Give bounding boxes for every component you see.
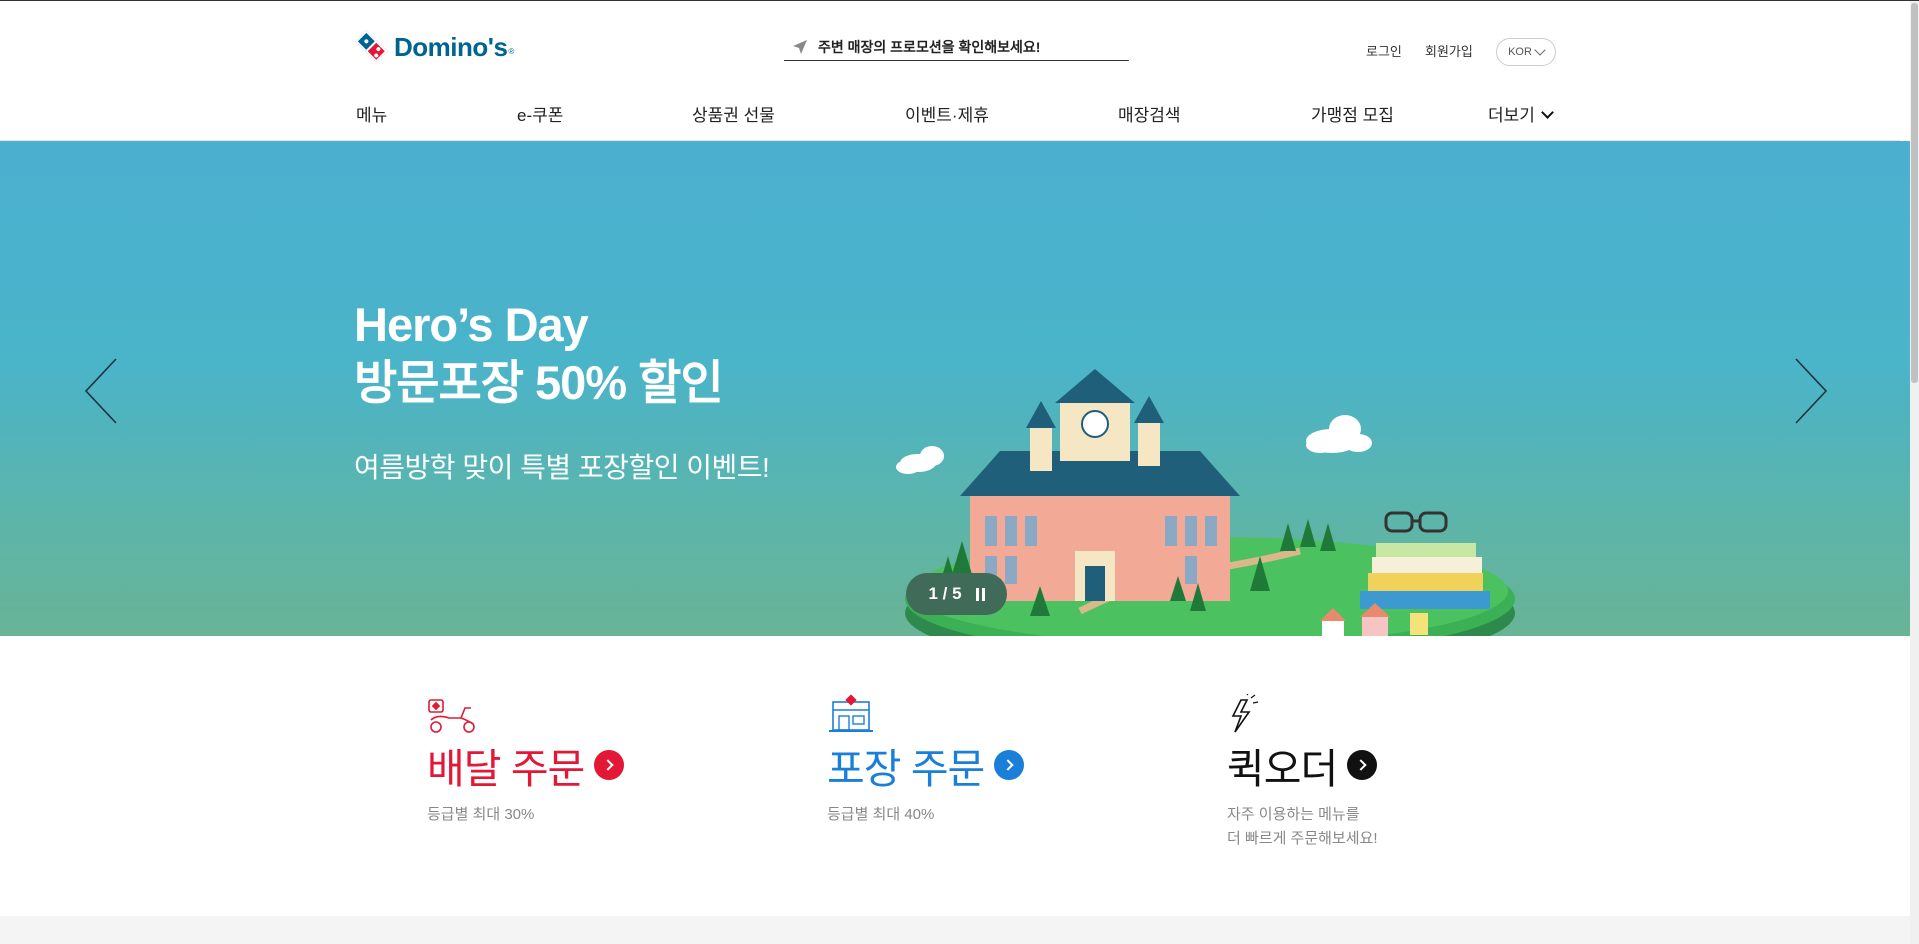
language-value: KOR [1508, 46, 1532, 58]
pause-icon[interactable] [975, 587, 985, 601]
quick-order-desc: 자주 이용하는 메뉴를 더 빠르게 주문해보세요! [1227, 803, 1378, 851]
login-link[interactable]: 로그인 [1366, 41, 1402, 60]
delivery-order-card[interactable]: 배달 주문 등급별 최대 30% [427, 694, 625, 827]
hero-title: Hero’s Day 방문포장 50% 할인 [354, 296, 724, 412]
delivery-order-button[interactable]: 배달 주문 [427, 739, 625, 792]
language-select[interactable]: KOR [1496, 38, 1556, 66]
takeout-order-button[interactable]: 포장 주문 [827, 739, 1025, 792]
hero-title-line1: Hero’s Day [354, 298, 589, 351]
domino-tile-icon [349, 24, 394, 69]
hero-subtitle: 여름방학 맞이 특별 포장할인 이벤트! [354, 452, 770, 483]
nav-more-label: 더보기 [1488, 106, 1535, 125]
takeout-order-desc: 등급별 최대 40% [827, 806, 935, 823]
cloud-icon [1306, 415, 1372, 453]
previous-slide-icon[interactable] [82, 356, 122, 426]
scooter-icon [428, 699, 475, 733]
slide-counter: 1 / 5 [928, 584, 962, 603]
page-scrollbar[interactable] [1910, 1, 1919, 944]
delivery-order-desc: 등급별 최대 30% [427, 806, 535, 823]
next-section-band [0, 916, 1910, 944]
nav-item-ecoupon[interactable]: e-쿠폰 [517, 101, 563, 126]
nav-item-events[interactable]: 이벤트·제휴 [905, 101, 989, 126]
chevron-right-icon [594, 750, 625, 780]
next-slide-icon[interactable] [1790, 356, 1830, 426]
chevron-down-icon [1534, 44, 1546, 56]
scrollbar-thumb[interactable] [1911, 3, 1918, 383]
site-header: Domino's ® 주변 매장의 프로모션을 확인해보세요! 로그인 회원가입… [0, 1, 1900, 141]
quick-order-title: 퀵오더 [1227, 746, 1338, 792]
cloud-icon [896, 446, 944, 474]
main-navigation: 메뉴 e-쿠폰 상품권 선물 이벤트·제휴 매장검색 가맹점 모집 더보기 [0, 101, 1900, 125]
nearby-promo-search[interactable]: 주변 매장의 프로모션을 확인해보세요! [784, 33, 1129, 61]
takeout-order-title: 포장 주문 [827, 746, 985, 792]
chevron-right-icon [994, 750, 1025, 780]
nav-item-menu[interactable]: 메뉴 [356, 101, 387, 126]
book-stack-icon [1360, 543, 1490, 609]
slide-pager: 1 / 5 [906, 573, 1007, 615]
chevron-right-icon [1347, 750, 1378, 780]
promo-search-label: 주변 매장의 프로모션을 확인해보세요! [818, 38, 1041, 55]
dominos-logo[interactable]: Domino's ® [355, 29, 515, 65]
logo-text: Domino's [394, 31, 508, 62]
hero-banner[interactable]: Hero’s Day 방문포장 50% 할인 여름방학 맞이 특별 포장할인 이… [0, 141, 1910, 636]
nav-item-gift-card[interactable]: 상품권 선물 [692, 101, 775, 126]
quick-order-desc-line1: 자주 이용하는 메뉴를 [1227, 806, 1360, 823]
takeout-order-card[interactable]: 포장 주문 등급별 최대 40% [827, 694, 1025, 827]
location-arrow-icon [793, 39, 807, 54]
chevron-down-icon [1541, 106, 1554, 119]
order-section: 배달 주문 등급별 최대 30% 포장 주문 등급별 최대 40% 퀵오더 자주… [0, 636, 1910, 916]
quick-order-button[interactable]: 퀵오더 [1227, 739, 1378, 792]
join-link[interactable]: 회원가입 [1425, 41, 1473, 60]
delivery-order-title: 배달 주문 [427, 746, 585, 792]
nav-item-more[interactable]: 더보기 [1488, 101, 1554, 126]
lightning-icon [1231, 693, 1259, 733]
store-icon [829, 694, 873, 732]
logo-registered-mark: ® [508, 46, 515, 56]
quick-order-card[interactable]: 퀵오더 자주 이용하는 메뉴를 더 빠르게 주문해보세요! [1227, 693, 1378, 851]
quick-order-desc-line2: 더 빠르게 주문해보세요! [1227, 830, 1378, 847]
hero-title-line2: 방문포장 50% 할인 [354, 356, 724, 409]
nav-item-franchise[interactable]: 가맹점 모집 [1311, 101, 1394, 126]
nav-item-store-search[interactable]: 매장검색 [1118, 101, 1181, 126]
